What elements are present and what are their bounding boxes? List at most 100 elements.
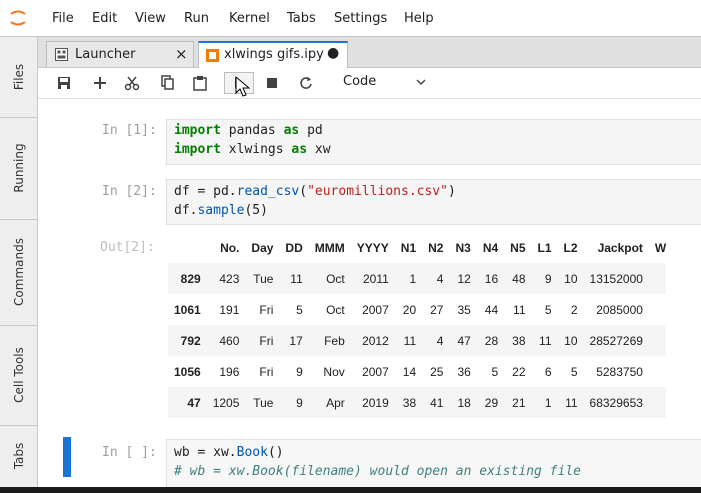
close-icon[interactable]: ×: [175, 45, 188, 63]
copy-icon[interactable]: [156, 72, 180, 94]
table-cell: Tue: [253, 395, 274, 410]
cut-icon[interactable]: [120, 72, 144, 94]
sidebar-tab-tabs[interactable]: Tabs: [0, 425, 37, 487]
code-line: import xlwings as xw: [174, 142, 331, 157]
menu-kernel[interactable]: Kernel: [229, 11, 270, 26]
sidebar-tab-running[interactable]: Running: [0, 117, 37, 220]
table-cell: 1: [544, 395, 552, 410]
menu-file[interactable]: File: [52, 11, 74, 26]
table-row: 792 460 Fri 17 Feb 2012 11 4 47 28 38 11 10 28527269: [168, 325, 667, 356]
table-cell: 27: [430, 302, 444, 317]
sidebar-tab-files[interactable]: Files: [0, 37, 37, 118]
cell-type-select[interactable]: Code: [343, 74, 376, 89]
menu-settings[interactable]: Settings: [334, 11, 387, 26]
table-cell: 9: [296, 364, 303, 379]
tab-launcher[interactable]: Launcher ×: [46, 41, 194, 67]
column-header: Day: [251, 241, 274, 255]
menu-help[interactable]: Help: [404, 11, 434, 26]
table-cell: 2007: [362, 302, 389, 317]
paste-icon[interactable]: [188, 72, 212, 94]
code-line: df = pd.read_csv("euromillions.csv"): [174, 184, 456, 199]
table-cell-clipped: [649, 294, 666, 325]
notebook-toolbar: Code: [38, 68, 701, 99]
column-header: N4: [482, 241, 499, 255]
table-cell: 11: [513, 302, 526, 317]
table-row: 47 1205 Tue 9 Apr 2019 38 41 18 29 21 1 11 68329653: [168, 387, 667, 418]
table-cell: 11: [539, 333, 552, 348]
table-cell: 1: [409, 271, 417, 286]
table-cell: 10: [564, 333, 578, 348]
table-cell: 44: [484, 302, 499, 317]
table-cell: 41: [430, 395, 444, 410]
table-cell: 6: [544, 364, 552, 379]
table-cell: 2011: [362, 271, 389, 286]
column-header: Jackpot: [597, 241, 643, 255]
add-cell-icon[interactable]: [88, 72, 112, 94]
column-header: L1: [537, 241, 552, 255]
menu-bar: File Edit View Run Kernel Tabs Settings …: [0, 0, 701, 37]
table-cell: 35: [457, 302, 471, 317]
table-cell: 38: [512, 333, 526, 348]
menu-run[interactable]: Run: [184, 11, 209, 26]
table-header-row: No. Day DD MMM YYYY N1 N2 N3 N4 N5 L1 L2…: [168, 233, 666, 263]
table-cell: 5: [491, 364, 499, 379]
notebook-panel: In [1]: import pandas as pd import xlwin…: [38, 99, 701, 487]
restart-icon[interactable]: [294, 72, 318, 94]
chevron-down-icon[interactable]: [416, 78, 426, 86]
table-cell: 22: [512, 364, 526, 379]
menu-edit[interactable]: Edit: [92, 11, 117, 26]
column-header: L2: [563, 241, 578, 255]
table-cell: 25: [430, 364, 444, 379]
table-cell: 38: [402, 395, 417, 410]
table-cell: 11: [565, 395, 578, 410]
column-header: YYYY: [356, 241, 389, 255]
table-cell: 11: [290, 271, 303, 286]
launcher-icon: [55, 48, 68, 61]
tab-notebook[interactable]: xlwings gifs.ipy ●: [198, 41, 348, 68]
table-cell: 17: [289, 333, 303, 348]
table-cell-clipped: [649, 387, 666, 418]
row-index: 792: [180, 333, 201, 348]
cell-prompt: In [1]:: [102, 123, 157, 138]
left-sidebar: Files Running Commands Cell Tools Tabs: [0, 37, 38, 487]
sidebar-tab-commands[interactable]: Commands: [0, 219, 37, 326]
table-cell: 36: [457, 364, 471, 379]
menu-view[interactable]: View: [135, 11, 166, 26]
table-cell: 11: [403, 333, 417, 348]
table-cell: 10: [564, 271, 578, 286]
row-index: 1061: [174, 302, 201, 317]
output-prompt: Out[2]:: [100, 240, 155, 255]
table-cell: 9: [296, 395, 303, 410]
table-cell: 47: [457, 333, 471, 348]
table-cell: 5: [544, 302, 552, 317]
table-cell: 16: [484, 271, 499, 286]
menu-tabs[interactable]: Tabs: [287, 11, 316, 26]
mouse-cursor-icon: [235, 76, 251, 97]
column-header: N1: [400, 241, 417, 255]
dataframe-table: No. Day DD MMM YYYY N1 N2 N3 N4 N5 L1 L2…: [168, 233, 667, 418]
column-header: MMM: [314, 241, 345, 255]
table-cell-clipped: [649, 356, 666, 387]
stop-icon[interactable]: [260, 72, 284, 94]
table-cell: Fri: [259, 364, 274, 379]
index-header: [168, 233, 207, 263]
table-cell: 1205: [212, 395, 240, 410]
sidebar-tab-cell-tools[interactable]: Cell Tools: [0, 325, 37, 426]
jupyter-logo-icon: [10, 10, 26, 26]
column-header: No.: [220, 241, 240, 255]
table-cell: 460: [219, 333, 240, 348]
save-icon[interactable]: [52, 72, 76, 94]
taskbar-strip: [0, 487, 701, 493]
table-cell-clipped: [649, 263, 666, 294]
table-cell: 2007: [362, 364, 389, 379]
table-cell: Tue: [253, 271, 274, 286]
code-line: wb = xw.Book(): [174, 445, 284, 460]
row-index: 829: [180, 271, 201, 286]
table-cell: 29: [484, 395, 499, 410]
cell-prompt: In [ ]:: [102, 445, 157, 460]
table-cell: Apr: [326, 395, 345, 410]
unsaved-dot-icon[interactable]: ●: [327, 45, 339, 61]
code-line: import pandas as pd: [174, 123, 323, 138]
table-cell: Oct: [326, 302, 345, 317]
column-header: N5: [510, 241, 526, 255]
